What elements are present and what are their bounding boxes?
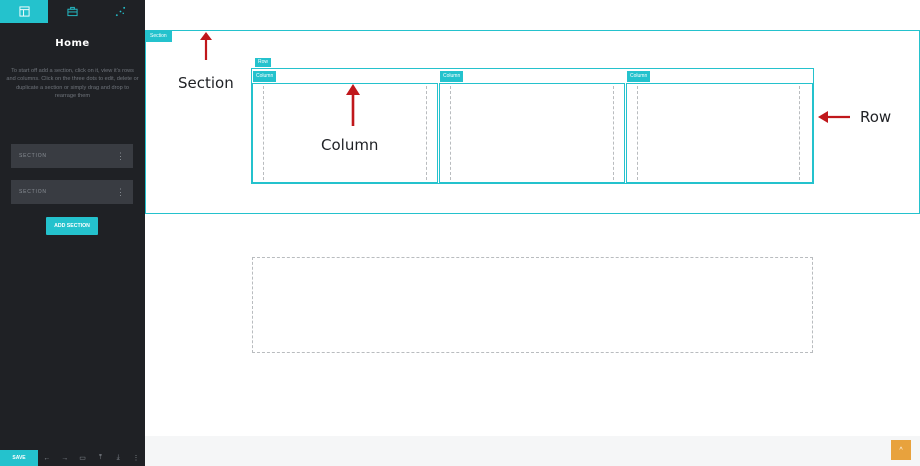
scroll-to-top-button[interactable]: ^	[891, 440, 911, 460]
download-icon[interactable]: ⤓	[109, 450, 127, 466]
column-content-area	[450, 86, 614, 180]
upload-icon[interactable]: ⤒	[91, 450, 109, 466]
column-content-area	[637, 86, 800, 180]
add-section-button[interactable]: ADD SECTION	[46, 217, 98, 235]
monitor-icon[interactable]: ▭	[74, 450, 92, 466]
footer-strip	[145, 436, 920, 466]
save-button[interactable]: SAVE	[0, 450, 38, 466]
arrow-left-icon[interactable]: ←	[38, 450, 56, 466]
annotation-arrow-up-icon	[346, 84, 360, 126]
page-builder-app: Home To start off add a section, click o…	[0, 0, 920, 466]
sidebar-tabs	[0, 0, 145, 23]
sidebar-section-item[interactable]: SECTION ⋮	[11, 180, 133, 204]
annotation-column-label: Column	[321, 136, 379, 154]
section-tag[interactable]: Section	[145, 30, 172, 42]
sidebar-title: Home	[55, 38, 90, 49]
bottom-toolbar: SAVE ← → ▭ ⤒ ⤓ ⋮	[0, 450, 145, 466]
section-item-label: SECTION	[19, 153, 47, 159]
annotation-row-label: Row	[860, 108, 892, 126]
row-tag[interactable]: Row	[255, 58, 272, 67]
more-dots-icon[interactable]: ⋮	[116, 151, 125, 161]
annotation-arrow-up-icon	[200, 32, 212, 60]
sparkle-icon	[116, 6, 126, 17]
column-tag[interactable]: Column	[627, 71, 651, 82]
section-item-label: SECTION	[19, 189, 47, 195]
column-container[interactable]	[626, 83, 813, 183]
more-icon[interactable]: ⋮	[127, 450, 145, 466]
empty-drop-zone[interactable]	[252, 257, 813, 353]
layout-icon	[19, 6, 30, 17]
tab-design[interactable]	[96, 0, 145, 23]
sidebar-description: To start off add a section, click on it,…	[6, 68, 139, 100]
annotation-arrow-left-icon	[818, 111, 850, 123]
column-container[interactable]	[439, 83, 625, 183]
arrow-right-icon[interactable]: →	[56, 450, 74, 466]
briefcase-icon	[67, 6, 78, 17]
column-tag[interactable]: Column	[440, 71, 464, 82]
annotation-section-label: Section	[178, 74, 234, 92]
sidebar: Home To start off add a section, click o…	[0, 0, 145, 466]
column-tag[interactable]: Column	[253, 71, 277, 82]
tab-layout[interactable]	[0, 0, 49, 23]
tab-elements[interactable]	[48, 0, 97, 23]
more-dots-icon[interactable]: ⋮	[116, 187, 125, 197]
sidebar-section-item[interactable]: SECTION ⋮	[11, 144, 133, 168]
